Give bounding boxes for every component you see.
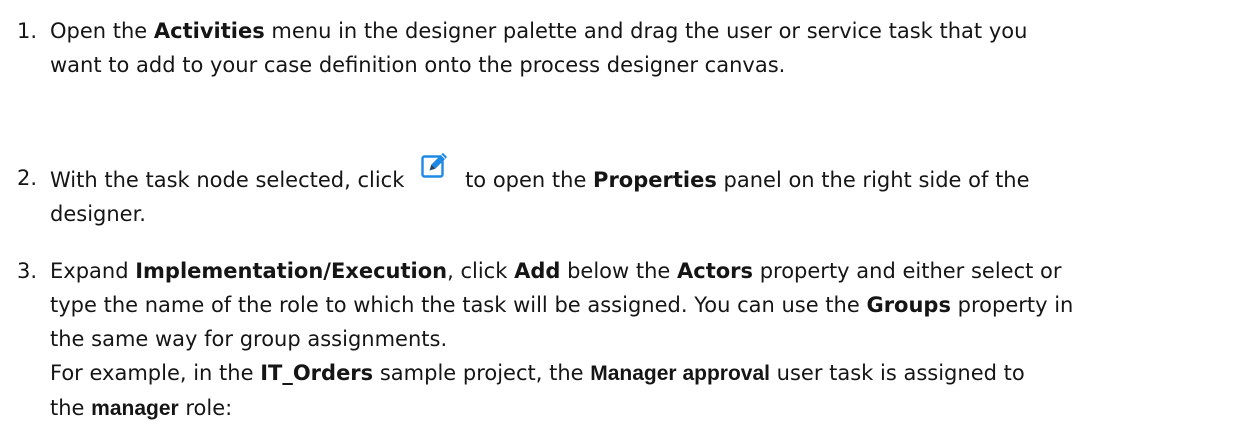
text-run: below the bbox=[560, 259, 677, 283]
step-line: the same way for group assignments. bbox=[50, 322, 1230, 356]
text-run: Open the bbox=[50, 19, 154, 43]
text-run: want to add to your case definition onto… bbox=[50, 53, 786, 77]
ui-term-manager-approval: Manager approval bbox=[590, 362, 770, 385]
step-line: type the name of the role to which the t… bbox=[50, 288, 1230, 322]
ui-term-add: Add bbox=[514, 259, 561, 283]
ui-term-actors: Actors bbox=[677, 259, 754, 283]
text-run: menu in the designer palette and drag th… bbox=[264, 19, 1028, 43]
text-run: Expand bbox=[50, 259, 136, 283]
edit-icon bbox=[421, 151, 449, 179]
ui-term-activities: Activities bbox=[153, 19, 265, 43]
ui-term-properties: Properties bbox=[593, 168, 717, 192]
text-run: For example, in the bbox=[50, 361, 261, 385]
step-line: want to add to your case definition onto… bbox=[50, 48, 1230, 82]
step-line: Expand Implementation/Execution, click A… bbox=[50, 254, 1230, 288]
step-line: designer. bbox=[50, 197, 1230, 231]
text-run: the bbox=[50, 396, 92, 420]
text-run: panel on the right side of the bbox=[716, 168, 1030, 192]
step-text: With the task node selected, click to op… bbox=[50, 152, 1230, 231]
text-run: role: bbox=[178, 396, 233, 420]
text-run: the same way for group assignments. bbox=[50, 327, 448, 351]
step-number: 2. bbox=[17, 166, 38, 190]
text-run: user task is assigned to bbox=[769, 361, 1025, 385]
step-number: 1. bbox=[17, 19, 38, 43]
text-run: , click bbox=[447, 259, 515, 283]
step-line: Open the Activities menu in the designer… bbox=[50, 14, 1230, 48]
step-line: the manager role: bbox=[50, 391, 1230, 426]
text-run: sample project, the bbox=[373, 361, 591, 385]
step-number: 3. bbox=[17, 259, 38, 283]
ui-term-it-orders: IT_Orders bbox=[260, 361, 374, 385]
ui-term-groups: Groups bbox=[866, 293, 951, 317]
text-run: type the name of the role to which the t… bbox=[50, 293, 867, 317]
step-text: Open the Activities menu in the designer… bbox=[50, 14, 1230, 82]
ui-term-implementation-execution: Implementation/Execution bbox=[135, 259, 448, 283]
text-run: designer. bbox=[50, 202, 146, 226]
step-line: With the task node selected, click to op… bbox=[50, 152, 1230, 197]
step-line: For example, in the IT_Orders sample pro… bbox=[50, 356, 1230, 391]
text-run: to open the bbox=[465, 168, 594, 192]
text-run: With the task node selected, click bbox=[50, 168, 412, 192]
text-run: property in bbox=[950, 293, 1074, 317]
text-run: property and either select or bbox=[753, 259, 1062, 283]
ui-term-manager: manager bbox=[91, 397, 179, 420]
step-text: Expand Implementation/Execution, click A… bbox=[50, 254, 1230, 426]
